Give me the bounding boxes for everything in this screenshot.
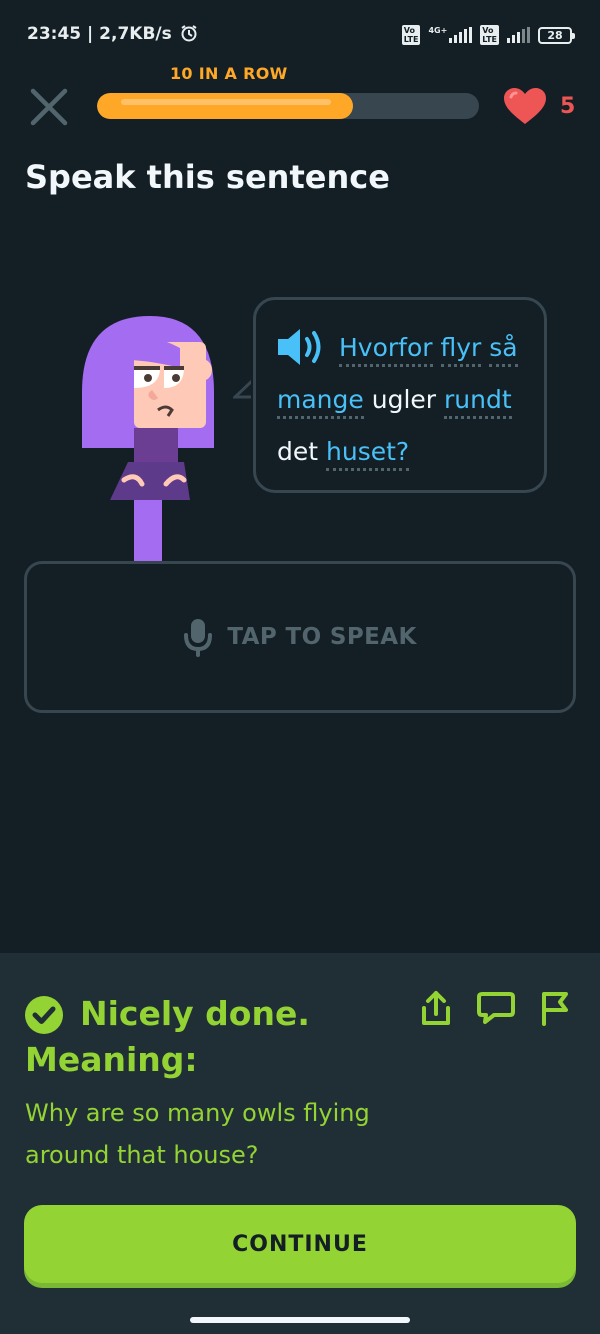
lesson-progress-bar [97, 93, 479, 119]
progress-shine [121, 99, 331, 105]
signal-icon-2 [507, 27, 530, 43]
report-button[interactable] [536, 988, 576, 1028]
volte-badge-2: Vo LTE [480, 25, 499, 45]
home-indicator[interactable] [190, 1317, 410, 1323]
plain-word: ugler [371, 385, 437, 414]
check-circle-icon [25, 996, 63, 1034]
character-illustration [82, 316, 214, 562]
status-bar: 23:45 | 2,7KB/s Vo LTE 4G+ Vo LTE 28 [0, 0, 600, 70]
plain-word: det [277, 437, 319, 466]
hint-word[interactable]: flyr [440, 333, 482, 367]
flag-icon [542, 992, 568, 1026]
close-icon [30, 88, 68, 126]
translation-text: Why are so many owls flying around that … [25, 1099, 370, 1169]
hearts-counter[interactable]: 5 [502, 86, 575, 126]
heart-icon [504, 88, 546, 124]
tap-to-speak-label: TAP TO SPEAK [227, 624, 417, 650]
microphone-icon [184, 619, 213, 657]
hearts-count: 5 [560, 93, 576, 119]
tap-to-speak-button[interactable]: TAP TO SPEAK [24, 561, 576, 713]
alarm-icon [181, 25, 197, 42]
discuss-button[interactable] [476, 988, 516, 1028]
share-icon [422, 991, 450, 1025]
page-title: Speak this sentence [25, 158, 390, 196]
hint-word[interactable]: så [489, 333, 518, 367]
network-label: 4G+ [428, 25, 448, 35]
continue-button[interactable]: CONTINUE [24, 1205, 576, 1283]
share-button[interactable] [416, 988, 456, 1028]
comment-icon [477, 992, 515, 1024]
prompt-sentence: Hvorfor flyr så mange ugler rundt det hu… [277, 322, 537, 478]
progress-fill [97, 93, 353, 119]
meaning-label: Meaning: [25, 1040, 198, 1079]
hint-word[interactable]: rundt [444, 385, 512, 419]
volte-badge: Vo LTE [401, 25, 421, 45]
speech-bubble-tail [233, 380, 253, 400]
hint-word[interactable]: Hvorfor [339, 333, 433, 367]
close-button[interactable] [28, 86, 70, 128]
signal-icon [449, 27, 473, 43]
hint-word[interactable]: huset? [326, 437, 410, 471]
hint-word[interactable]: mange [277, 385, 364, 419]
streak-label: 10 IN A ROW [170, 64, 288, 83]
battery-icon: 28 [538, 26, 575, 44]
feedback-headline: Nicely done. [80, 994, 310, 1033]
status-icons: Vo LTE 4G+ Vo LTE 28 [401, 25, 575, 45]
status-time: 23:45 | 2,7KB/s [27, 24, 198, 44]
